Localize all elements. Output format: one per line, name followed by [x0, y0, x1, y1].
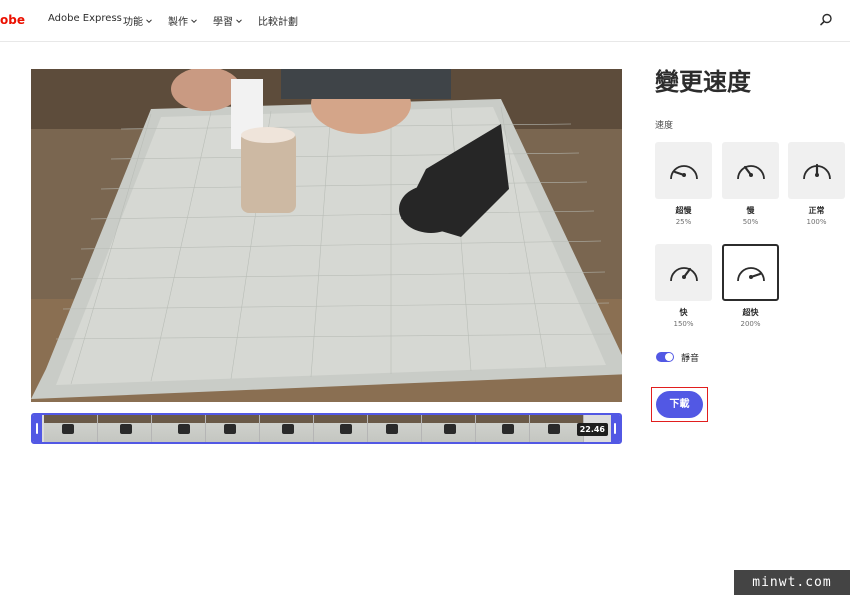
timeline-trim-bar[interactable]: 22.46: [31, 413, 622, 444]
grip-icon: [614, 423, 616, 434]
speed-option-very-fast[interactable]: [722, 244, 779, 301]
duration-badge: 22.46: [576, 423, 608, 436]
speed-percent: 50%: [742, 218, 759, 226]
speedometer-fast-icon: [670, 267, 698, 282]
speedometer-very-slow-icon: [670, 165, 698, 180]
speed-section-label: 速度: [655, 121, 674, 131]
nav-create-menu[interactable]: 製作: [168, 13, 197, 28]
thumbnail-object: [502, 424, 514, 434]
trim-end-handle[interactable]: [611, 415, 620, 442]
chevron-down-icon: [146, 18, 152, 23]
nav-learn-menu[interactable]: 學習: [213, 13, 242, 28]
timeline-frame-thumbnail: [368, 415, 422, 442]
speed-name: 超快: [742, 308, 759, 317]
mute-label: 靜音: [681, 354, 700, 364]
brand-link[interactable]: Adobe Express: [48, 13, 122, 24]
download-button[interactable]: 下載: [656, 391, 703, 418]
timeline-frame-thumbnail: [44, 415, 98, 442]
toggle-knob: [665, 353, 673, 361]
nav-compare-plans-link[interactable]: 比較計劃: [258, 13, 298, 28]
timeline-frame-thumbnail: [206, 415, 260, 442]
mute-toggle[interactable]: [656, 352, 674, 362]
video-frame-image: [31, 69, 622, 402]
speed-option-normal[interactable]: [788, 142, 845, 199]
video-preview[interactable]: [31, 69, 622, 402]
thumbnail-object: [386, 424, 398, 434]
timeline-frame-thumbnail: [530, 415, 584, 442]
speed-percent: 200%: [740, 320, 761, 328]
speed-name: 慢: [746, 206, 755, 215]
timeline-frame-thumbnail: [422, 415, 476, 442]
nav-label: 功能: [123, 17, 143, 28]
speed-percent: 150%: [673, 320, 694, 328]
search-icon[interactable]: [818, 12, 834, 28]
timeline-frame-thumbnail: [314, 415, 368, 442]
grip-icon: [36, 423, 38, 434]
timeline-frame-thumbnail: [98, 415, 152, 442]
thumbnail-object: [62, 424, 74, 434]
thumbnail-object: [340, 424, 352, 434]
timeline-frame-thumbnail: [260, 415, 314, 442]
speed-option-very-slow[interactable]: [655, 142, 712, 199]
thumbnail-object: [178, 424, 190, 434]
speed-option-fast[interactable]: [655, 244, 712, 301]
speedometer-slow-icon: [737, 165, 765, 180]
thumbnail-object: [282, 424, 294, 434]
trim-start-handle[interactable]: [33, 415, 42, 442]
speed-name: 快: [679, 308, 688, 317]
adobe-logo-fragment[interactable]: obe: [0, 13, 25, 27]
nav-label: 學習: [213, 17, 233, 28]
download-highlight-box: 下載: [651, 387, 708, 422]
top-navigation-bar: obe Adobe Express 功能 製作 學習 比較計劃: [0, 0, 850, 42]
chevron-down-icon: [191, 18, 197, 23]
speedometer-normal-icon: [803, 163, 831, 180]
speed-name: 正常: [808, 206, 825, 215]
thumbnail-object: [224, 424, 236, 434]
timeline-frame-thumbnail: [152, 415, 206, 442]
nav-label: 製作: [168, 17, 188, 28]
speedometer-very-fast-icon: [737, 267, 765, 282]
thumbnail-object: [548, 424, 560, 434]
speed-percent: 100%: [806, 218, 827, 226]
watermark: minwt.com: [734, 570, 850, 595]
timeline-frame-thumbnail: [476, 415, 530, 442]
panel-title: 變更速度: [655, 68, 751, 96]
chevron-down-icon: [236, 18, 242, 23]
speed-percent: 25%: [675, 218, 692, 226]
nav-features-menu[interactable]: 功能: [123, 13, 152, 28]
thumbnail-object: [444, 424, 456, 434]
thumbnail-object: [120, 424, 132, 434]
speed-option-slow[interactable]: [722, 142, 779, 199]
nav-label: 比較計劃: [258, 17, 298, 28]
speed-name: 超慢: [675, 206, 692, 215]
